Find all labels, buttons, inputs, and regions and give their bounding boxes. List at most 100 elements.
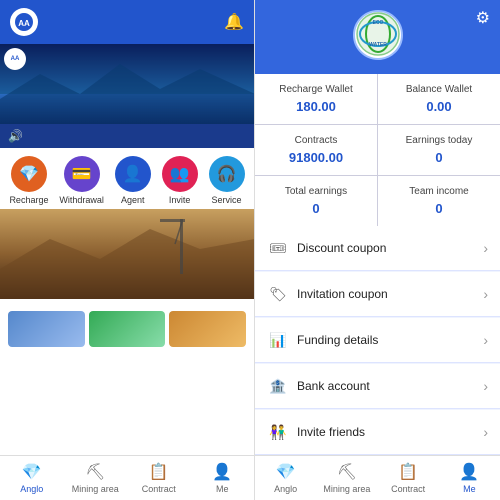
icon-item-agent[interactable]: 👤 Agent bbox=[115, 156, 151, 205]
icon-label: Invite bbox=[169, 195, 191, 205]
banner-logo: AA bbox=[4, 48, 26, 70]
mining-area-label bbox=[0, 299, 254, 311]
contract-nav-label: Contract bbox=[391, 484, 425, 494]
quick-actions: 💎 Recharge 💳 Withdrawal 👤 Agent 👥 Invite… bbox=[0, 148, 254, 209]
stat-recharge-wallet: Recharge Wallet 180.00 bbox=[255, 74, 377, 124]
stat-contracts: Contracts 91800.00 bbox=[255, 125, 377, 175]
bell-icon[interactable]: 🔔 bbox=[224, 12, 244, 32]
icon-circle: 💳 bbox=[64, 156, 100, 192]
bank-account-label: Bank account bbox=[297, 379, 483, 393]
nav-label: Mining area bbox=[72, 484, 119, 494]
svg-text:AA: AA bbox=[18, 19, 30, 28]
right-bottom-nav: 💎 Anglo ⛏ Mining area 📋 Contract 👤 Me bbox=[255, 455, 500, 500]
chevron-right-icon-5: › bbox=[483, 424, 488, 440]
recharge-wallet-label: Recharge Wallet bbox=[263, 84, 369, 95]
svg-text:ECO: ECO bbox=[372, 20, 383, 26]
menu-bank-account[interactable]: 🏦 Bank account › bbox=[255, 364, 500, 409]
nav-label: Me bbox=[216, 484, 229, 494]
nav-label: Contract bbox=[142, 484, 176, 494]
banner-brand: AA bbox=[4, 48, 30, 70]
ticker-icon: 🔊 bbox=[8, 129, 23, 143]
scene-image bbox=[0, 209, 254, 299]
mining-nav-icon: ⛏ bbox=[337, 462, 357, 482]
thumbnail-row bbox=[0, 311, 254, 347]
thumb-1 bbox=[8, 311, 85, 347]
nav-icon: 👤 bbox=[212, 462, 232, 482]
left-panel: AA 🔔 bbox=[0, 0, 255, 500]
team-income-value: 0 bbox=[386, 201, 492, 216]
right-nav-mining[interactable]: ⛏ Mining area bbox=[316, 456, 377, 500]
anglo-nav-icon: 💎 bbox=[276, 462, 296, 482]
nav-icon: 💎 bbox=[22, 462, 42, 482]
right-nav-contract[interactable]: 📋 Contract bbox=[378, 456, 439, 500]
banner-bg bbox=[0, 44, 254, 124]
stat-team-income: Team income 0 bbox=[378, 176, 500, 226]
icon-label: Service bbox=[212, 195, 242, 205]
menu-funding-details[interactable]: 📊 Funding details › bbox=[255, 318, 500, 363]
right-panel: ⚙ ECO WATER Recharge Wallet 180.00 Balan… bbox=[255, 0, 500, 500]
me-nav-label: Me bbox=[463, 484, 476, 494]
discount-coupon-icon: 🎟 bbox=[267, 237, 289, 259]
right-nav-anglo[interactable]: 💎 Anglo bbox=[255, 456, 316, 500]
recharge-wallet-value: 180.00 bbox=[263, 99, 369, 114]
earnings-today-value: 0 bbox=[386, 150, 492, 165]
gear-icon[interactable]: ⚙ bbox=[476, 8, 490, 28]
stats-grid: Recharge Wallet 180.00 Balance Wallet 0.… bbox=[255, 74, 500, 226]
icon-label: Agent bbox=[121, 195, 145, 205]
chevron-right-icon-4: › bbox=[483, 378, 488, 394]
menu-list: 🎟 Discount coupon › 🏷 Invitation coupon … bbox=[255, 226, 500, 455]
banner-image: AA bbox=[0, 44, 254, 124]
balance-wallet-value: 0.00 bbox=[386, 99, 492, 114]
invite-friends-icon: 👫 bbox=[267, 421, 289, 443]
nav-icon: 📋 bbox=[149, 462, 169, 482]
menu-invitation-coupon[interactable]: 🏷 Invitation coupon › bbox=[255, 272, 500, 317]
icon-circle: 🎧 bbox=[209, 156, 245, 192]
chevron-right-icon-3: › bbox=[483, 332, 488, 348]
total-earnings-label: Total earnings bbox=[263, 186, 369, 197]
left-nav-contract[interactable]: 📋 Contract bbox=[127, 456, 191, 500]
invitation-coupon-label: Invitation coupon bbox=[297, 287, 483, 301]
left-nav-mining-area[interactable]: ⛏ Mining area bbox=[64, 456, 128, 500]
total-earnings-value: 0 bbox=[263, 201, 369, 216]
left-bottom-nav: 💎 Anglo ⛏ Mining area 📋 Contract 👤 Me bbox=[0, 455, 254, 500]
mining-nav-label: Mining area bbox=[323, 484, 370, 494]
anglo-nav-label: Anglo bbox=[274, 484, 297, 494]
icon-item-service[interactable]: 🎧 Service bbox=[209, 156, 245, 205]
contract-nav-icon: 📋 bbox=[398, 462, 418, 482]
thumb-3 bbox=[169, 311, 246, 347]
left-nav-me[interactable]: 👤 Me bbox=[191, 456, 255, 500]
app-logo: AA bbox=[10, 8, 38, 36]
stat-total-earnings: Total earnings 0 bbox=[255, 176, 377, 226]
icon-circle: 👤 bbox=[115, 156, 151, 192]
me-nav-icon: 👤 bbox=[459, 462, 479, 482]
thumb-2 bbox=[89, 311, 166, 347]
nav-label: Anglo bbox=[20, 484, 43, 494]
chevron-right-icon: › bbox=[483, 240, 488, 256]
bank-account-icon: 🏦 bbox=[267, 375, 289, 397]
menu-invite-friends[interactable]: 👫 Invite friends › bbox=[255, 410, 500, 455]
icon-circle: 👥 bbox=[162, 156, 198, 192]
chevron-right-icon-2: › bbox=[483, 286, 488, 302]
svg-text:WATER: WATER bbox=[369, 42, 387, 48]
icon-circle: 💎 bbox=[11, 156, 47, 192]
ticker-bar: 🔊 bbox=[0, 124, 254, 148]
icon-label: Withdrawal bbox=[59, 195, 104, 205]
funding-details-label: Funding details bbox=[297, 333, 483, 347]
contracts-label: Contracts bbox=[263, 135, 369, 146]
team-income-label: Team income bbox=[386, 186, 492, 197]
nav-icon: ⛏ bbox=[85, 462, 105, 482]
earnings-today-label: Earnings today bbox=[386, 135, 492, 146]
menu-discount-coupon[interactable]: 🎟 Discount coupon › bbox=[255, 226, 500, 271]
icon-item-withdrawal[interactable]: 💳 Withdrawal bbox=[59, 156, 104, 205]
stat-balance-wallet: Balance Wallet 0.00 bbox=[378, 74, 500, 124]
stat-earnings-today: Earnings today 0 bbox=[378, 125, 500, 175]
invite-friends-label: Invite friends bbox=[297, 425, 483, 439]
right-nav-me[interactable]: 👤 Me bbox=[439, 456, 500, 500]
icon-item-invite[interactable]: 👥 Invite bbox=[162, 156, 198, 205]
left-nav-anglo[interactable]: 💎 Anglo bbox=[0, 456, 64, 500]
balance-wallet-label: Balance Wallet bbox=[386, 84, 492, 95]
eco-logo: ECO WATER bbox=[353, 10, 403, 60]
icon-item-recharge[interactable]: 💎 Recharge bbox=[9, 156, 48, 205]
contracts-value: 91800.00 bbox=[263, 150, 369, 165]
left-header: AA 🔔 bbox=[0, 0, 254, 44]
